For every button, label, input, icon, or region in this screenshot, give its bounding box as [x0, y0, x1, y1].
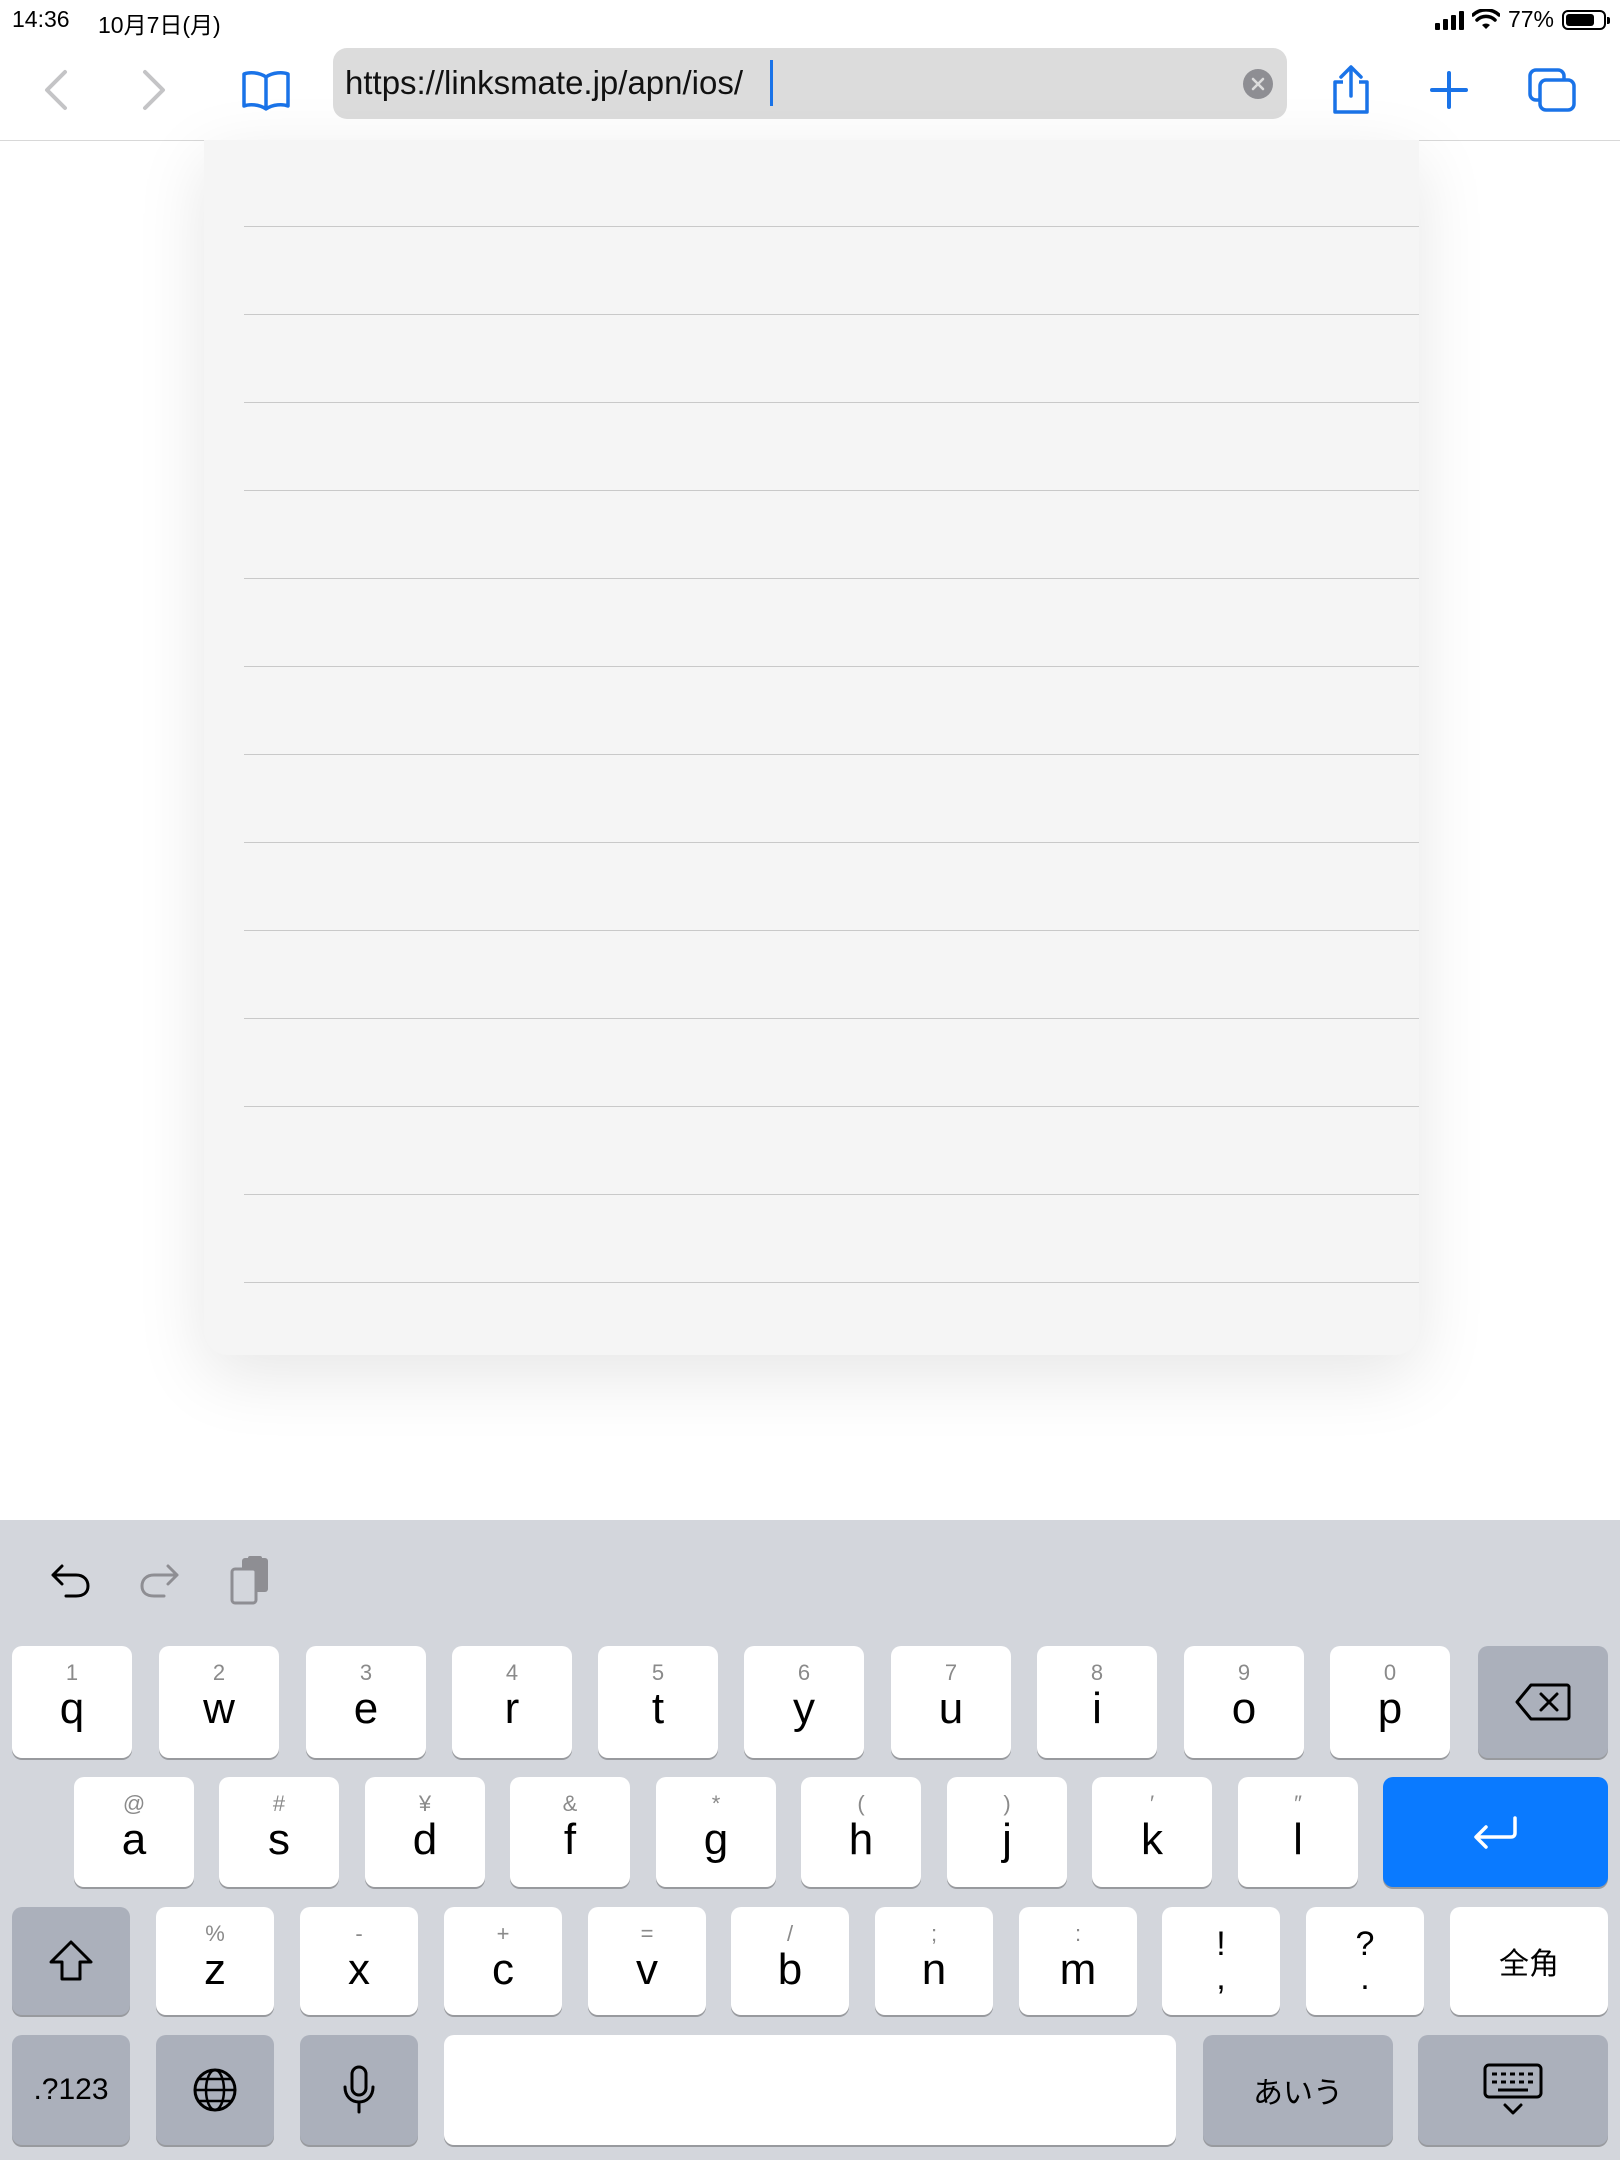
list-divider	[244, 578, 1419, 579]
key-z[interactable]: % z	[156, 1907, 274, 2015]
key-s[interactable]: # s	[219, 1777, 339, 1887]
new-tab-button[interactable]	[1417, 58, 1481, 122]
undo-button[interactable]	[40, 1550, 100, 1610]
zenkaku-key[interactable]: 全角	[1450, 1907, 1608, 2015]
key-g[interactable]: * g	[656, 1777, 776, 1887]
clear-url-button[interactable]	[1243, 69, 1273, 99]
undo-icon	[51, 1564, 90, 1598]
numbers-key[interactable]: .?123	[12, 2035, 130, 2145]
book-icon	[242, 71, 290, 111]
key-r[interactable]: 4r	[452, 1646, 572, 1758]
key-q[interactable]: 1q	[12, 1646, 132, 1758]
status-time: 14:36	[12, 6, 70, 32]
tabs-button[interactable]	[1520, 58, 1584, 122]
return-key[interactable]	[1383, 1777, 1608, 1887]
clipboard-icon	[230, 1556, 268, 1605]
key-i[interactable]: 8i	[1037, 1646, 1157, 1758]
globe-icon	[193, 2068, 237, 2112]
return-icon	[1473, 1816, 1517, 1849]
browser-toolbar	[0, 40, 1620, 141]
bookmarks-button[interactable]	[234, 58, 298, 122]
key-k[interactable]: ′ k	[1092, 1777, 1212, 1887]
battery-icon	[1562, 9, 1610, 30]
list-divider	[244, 930, 1419, 931]
back-button[interactable]	[24, 58, 88, 122]
address-bar[interactable]	[333, 48, 1287, 119]
key-w[interactable]: 2w	[159, 1646, 279, 1758]
key-l[interactable]: ″ l	[1238, 1777, 1358, 1887]
software-keyboard: 1q 2w 3e 4r 5t 6y 7u 8i 9o 0p @ a # s ¥ d &…	[0, 1520, 1620, 2160]
backspace-icon	[1515, 1683, 1571, 1721]
list-divider	[244, 1018, 1419, 1019]
kana-key[interactable]: あいう	[1203, 2035, 1393, 2145]
key-f[interactable]: & f	[510, 1777, 630, 1887]
shift-key[interactable]	[12, 1907, 130, 2015]
microphone-icon	[343, 2065, 375, 2114]
list-divider	[244, 666, 1419, 667]
key-n[interactable]: ; n	[875, 1907, 993, 2015]
cellular-signal-icon	[1434, 10, 1464, 30]
forward-button[interactable]	[122, 58, 186, 122]
list-divider	[244, 754, 1419, 755]
key-h[interactable]: (h	[801, 1777, 921, 1887]
space-bar[interactable]	[444, 2035, 1176, 2145]
key-c[interactable]: + c	[444, 1907, 562, 2015]
text-caret	[770, 60, 773, 106]
key-j[interactable]: ) j	[947, 1777, 1067, 1887]
list-divider	[244, 842, 1419, 843]
suggestions-popover	[204, 140, 1419, 1355]
key-o[interactable]: 9o	[1184, 1646, 1304, 1758]
key-e[interactable]: 3e	[306, 1646, 426, 1758]
redo-button[interactable]	[130, 1550, 190, 1610]
list-divider	[244, 1282, 1419, 1283]
delete-key[interactable]	[1478, 1646, 1608, 1758]
tabs-icon	[1528, 68, 1576, 112]
chevron-right-icon	[143, 70, 165, 110]
key-x[interactable]: -x	[300, 1907, 418, 2015]
shift-icon	[49, 1940, 93, 1981]
status-bar: 14:36 10月7日(月) 77%	[0, 0, 1620, 40]
key-d[interactable]: ¥ d	[365, 1777, 485, 1887]
url-input[interactable]	[345, 58, 1205, 108]
list-divider	[244, 402, 1419, 403]
key-p[interactable]: 0p	[1330, 1646, 1450, 1758]
key-exclamation-comma[interactable]: !,	[1162, 1907, 1280, 2015]
clear-icon	[1251, 77, 1265, 91]
key-t[interactable]: 5t	[598, 1646, 718, 1758]
battery-percent: 77%	[1507, 6, 1554, 32]
list-divider	[244, 226, 1419, 227]
wifi-icon	[1471, 8, 1500, 29]
key-v[interactable]: = v	[588, 1907, 706, 2015]
key-question-period[interactable]: ?.	[1306, 1907, 1424, 2015]
plus-icon	[1430, 71, 1468, 109]
dismiss-keyboard-key[interactable]	[1418, 2035, 1608, 2145]
list-divider	[244, 314, 1419, 315]
key-b[interactable]: / b	[731, 1907, 849, 2015]
key-a[interactable]: @ a	[74, 1777, 194, 1887]
list-divider	[244, 1194, 1419, 1195]
redo-icon	[140, 1564, 179, 1598]
paste-button[interactable]	[220, 1550, 280, 1610]
key-y[interactable]: 6y	[744, 1646, 864, 1758]
list-divider	[244, 490, 1419, 491]
list-divider	[244, 1106, 1419, 1107]
key-m[interactable]: :m	[1019, 1907, 1137, 2015]
status-date: 10月7日(月)	[98, 12, 221, 38]
key-u[interactable]: 7u	[891, 1646, 1011, 1758]
keyboard-dismiss-icon	[1483, 2063, 1543, 2115]
share-icon	[1333, 65, 1369, 114]
share-button[interactable]	[1319, 58, 1383, 122]
dictation-key[interactable]	[300, 2035, 418, 2145]
chevron-left-icon	[45, 70, 67, 110]
globe-key[interactable]	[156, 2035, 274, 2145]
